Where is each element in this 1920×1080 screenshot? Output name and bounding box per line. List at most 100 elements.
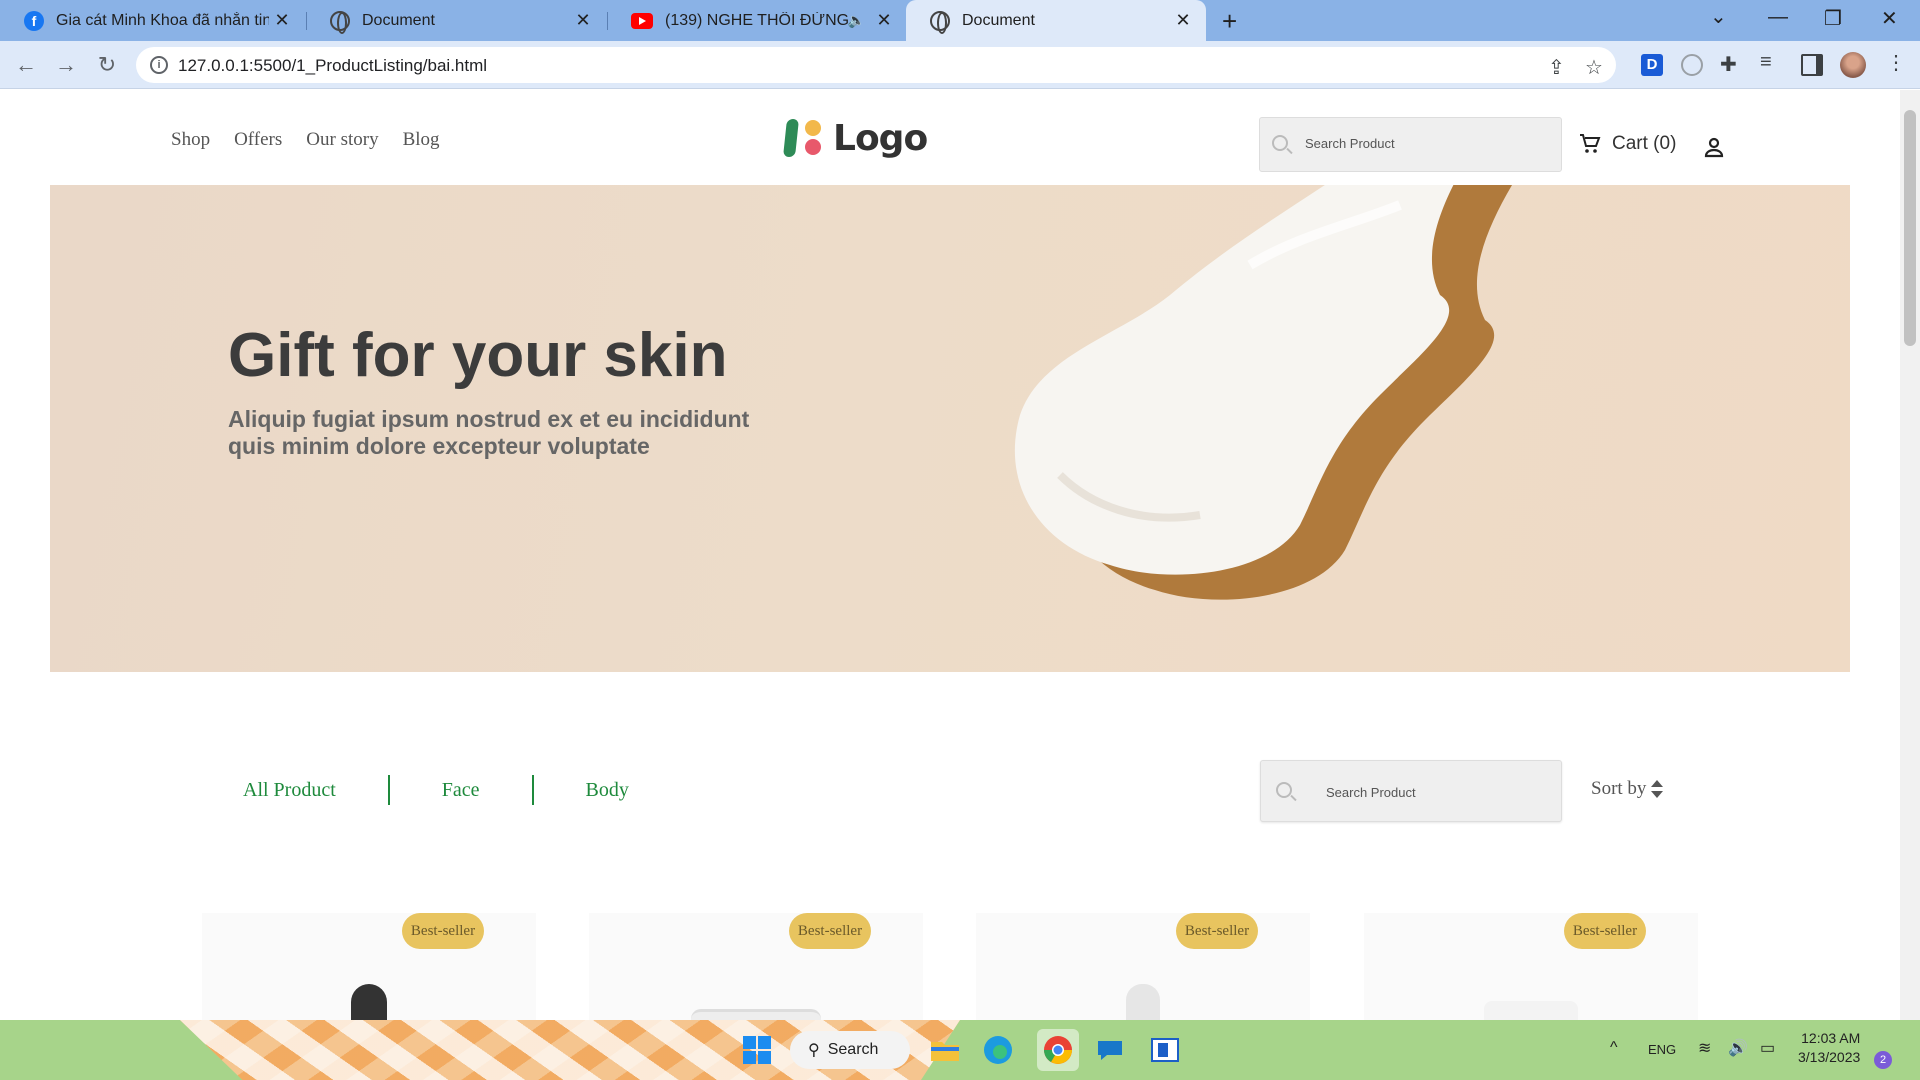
extension-compass-icon[interactable] bbox=[1681, 54, 1703, 76]
tab-search-chevron-icon[interactable]: ⌄ bbox=[1710, 4, 1727, 29]
windows-start-icon[interactable] bbox=[740, 1033, 774, 1067]
site-info-icon[interactable]: i bbox=[150, 56, 168, 74]
more-menu-icon[interactable]: ⋮ bbox=[1886, 50, 1906, 75]
product-card[interactable]: Best-seller bbox=[976, 913, 1310, 1020]
search-icon bbox=[1276, 782, 1292, 798]
best-seller-badge: Best-seller bbox=[402, 913, 484, 949]
logo-text: Logo bbox=[833, 117, 928, 159]
product-image bbox=[1484, 1001, 1578, 1020]
file-explorer-icon[interactable] bbox=[928, 1033, 962, 1067]
url-text[interactable]: 127.0.0.1:5500/1_ProductListing/bai.html bbox=[178, 56, 487, 76]
nav-blog[interactable]: Blog bbox=[403, 129, 440, 151]
puzzle-extensions-icon[interactable]: ✚ bbox=[1720, 52, 1737, 77]
tab-title: (139) NGHE THÔI ĐỪNG KHÓC bbox=[665, 11, 848, 29]
search-icon bbox=[1272, 135, 1288, 151]
new-tab-icon[interactable]: + bbox=[1222, 6, 1237, 36]
product-card[interactable]: Best-seller bbox=[1364, 913, 1698, 1020]
sort-arrows-icon bbox=[1651, 780, 1664, 798]
taskbar-search[interactable]: ⚲ Search bbox=[790, 1031, 910, 1069]
search-placeholder: Search Product bbox=[1326, 785, 1416, 800]
forward-arrow-icon[interactable]: → bbox=[50, 49, 82, 81]
volume-icon[interactable]: 🔊 bbox=[1728, 1038, 1748, 1058]
search-placeholder: Search Product bbox=[1305, 136, 1395, 151]
language-indicator[interactable]: ENG bbox=[1648, 1042, 1676, 1057]
restore-icon[interactable]: ❐ bbox=[1824, 6, 1842, 31]
minimize-icon[interactable]: — bbox=[1768, 6, 1788, 29]
nav-our-story[interactable]: Our story bbox=[306, 129, 378, 151]
best-seller-badge: Best-seller bbox=[1564, 913, 1646, 949]
product-image bbox=[1126, 984, 1160, 1020]
sort-by-button[interactable]: Sort by bbox=[1591, 778, 1664, 800]
search-icon: ⚲ bbox=[808, 1042, 820, 1059]
chrome-browser-icon[interactable] bbox=[1037, 1029, 1079, 1071]
cream-swatch-image bbox=[1014, 185, 1513, 600]
filter-body[interactable]: Body bbox=[586, 779, 629, 802]
edge-browser-icon[interactable] bbox=[981, 1033, 1015, 1067]
hero-title: Gift for your skin bbox=[228, 321, 728, 390]
tab-facebook[interactable]: f Gia cát Minh Khoa đã nhắn tin cho ✕ bbox=[0, 0, 305, 41]
tab-youtube[interactable]: (139) NGHE THÔI ĐỪNG KHÓC 🔈 ✕ bbox=[607, 0, 907, 41]
tab-strip: f Gia cát Minh Khoa đã nhắn tin cho ✕ Do… bbox=[0, 0, 1920, 41]
back-arrow-icon[interactable]: ← bbox=[10, 49, 42, 81]
page-scrollbar[interactable] bbox=[1900, 90, 1920, 1020]
tab-document-1[interactable]: Document ✕ bbox=[306, 0, 606, 41]
close-icon[interactable]: ✕ bbox=[570, 10, 596, 31]
sort-label: Sort by bbox=[1591, 778, 1647, 799]
product-search-input[interactable]: Search Product bbox=[1260, 760, 1562, 822]
filter-divider bbox=[387, 775, 390, 805]
filter-all-product[interactable]: All Product bbox=[243, 779, 336, 802]
speaker-icon[interactable]: 🔈 bbox=[848, 12, 865, 29]
taskbar-search-label: Search bbox=[827, 1041, 879, 1058]
facebook-icon: f bbox=[24, 10, 44, 31]
bookmark-star-icon[interactable]: ☆ bbox=[1585, 55, 1603, 80]
reload-icon[interactable]: ↻ bbox=[91, 49, 123, 81]
filter-face[interactable]: Face bbox=[442, 779, 480, 802]
product-card[interactable]: Best-seller bbox=[589, 913, 923, 1020]
app-window-icon[interactable] bbox=[1148, 1033, 1182, 1067]
tray-chevron-icon[interactable]: ^ bbox=[1610, 1039, 1618, 1057]
side-panel-icon[interactable] bbox=[1801, 54, 1823, 76]
nav-offers[interactable]: Offers bbox=[234, 129, 282, 151]
tab-title: Gia cát Minh Khoa đã nhắn tin cho bbox=[56, 11, 269, 29]
clock-date: 3/13/2023 bbox=[1798, 1049, 1861, 1065]
user-account-button[interactable] bbox=[1703, 137, 1725, 164]
site-logo[interactable]: Logo bbox=[783, 117, 928, 159]
taskbar-clock[interactable]: 12:03 AM 3/13/2023 bbox=[1798, 1029, 1860, 1067]
product-image bbox=[691, 1009, 821, 1020]
cart-icon bbox=[1580, 134, 1601, 153]
globe-icon bbox=[930, 10, 950, 34]
chat-app-icon[interactable] bbox=[1093, 1033, 1127, 1067]
header-search-input[interactable]: Search Product bbox=[1259, 117, 1562, 172]
share-icon[interactable]: ⇪ bbox=[1548, 55, 1565, 80]
main-nav: Shop Offers Our story Blog bbox=[171, 129, 440, 151]
product-image bbox=[351, 984, 387, 1020]
wifi-icon[interactable]: ≋ bbox=[1698, 1038, 1711, 1058]
close-icon[interactable]: ✕ bbox=[1170, 10, 1196, 31]
tab-title: Document bbox=[962, 11, 1035, 29]
category-filter-tabs: All Product Face Body bbox=[243, 775, 629, 805]
product-card[interactable]: Best-seller bbox=[202, 913, 536, 1020]
best-seller-badge: Best-seller bbox=[1176, 913, 1258, 949]
youtube-icon bbox=[631, 12, 653, 29]
filter-divider bbox=[531, 775, 534, 805]
extension-d-icon[interactable]: D bbox=[1641, 54, 1663, 76]
close-icon[interactable]: ✕ bbox=[871, 10, 897, 31]
web-page: Shop Offers Our story Blog Logo Search P… bbox=[0, 90, 1900, 1020]
user-icon bbox=[1704, 137, 1724, 158]
best-seller-badge: Best-seller bbox=[789, 913, 871, 949]
cart-label: Cart (0) bbox=[1612, 133, 1677, 154]
cart-button[interactable]: Cart (0) bbox=[1578, 132, 1676, 156]
hero-subtitle: Aliquip fugiat ipsum nostrud ex et eu in… bbox=[228, 406, 750, 459]
tab-document-active[interactable]: Document ✕ bbox=[906, 0, 1206, 41]
scrollbar-thumb[interactable] bbox=[1904, 110, 1916, 346]
close-icon[interactable]: ✕ bbox=[269, 10, 295, 31]
hero-banner: Gift for your skin Aliquip fugiat ipsum … bbox=[50, 185, 1850, 672]
browser-toolbar: ← → ↻ i 127.0.0.1:5500/1_ProductListing/… bbox=[0, 41, 1920, 89]
window-close-icon[interactable]: ✕ bbox=[1881, 6, 1898, 31]
profile-avatar[interactable] bbox=[1840, 52, 1866, 78]
notification-badge[interactable]: 2 bbox=[1874, 1051, 1892, 1069]
battery-icon[interactable]: ▭ bbox=[1760, 1038, 1775, 1058]
media-queue-icon[interactable]: ≡ bbox=[1760, 51, 1772, 74]
address-bar[interactable]: i 127.0.0.1:5500/1_ProductListing/bai.ht… bbox=[136, 47, 1616, 83]
nav-shop[interactable]: Shop bbox=[171, 129, 210, 151]
